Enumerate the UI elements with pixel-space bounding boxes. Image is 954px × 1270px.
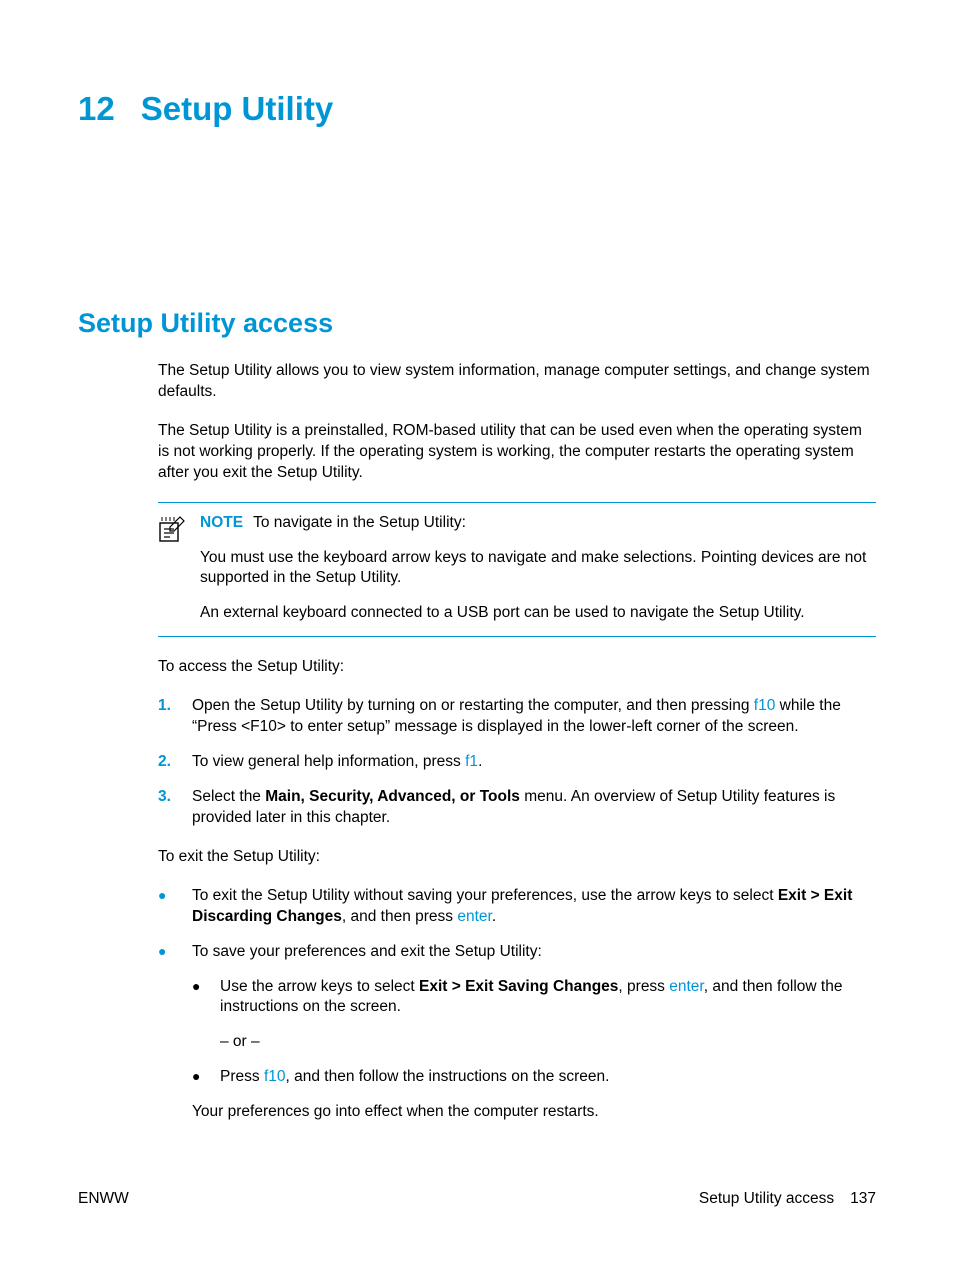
- exit-sub-bullets-2: ● Press f10, and then follow the instruc…: [192, 1067, 876, 1088]
- sub-bullet-text: Press f10, and then follow the instructi…: [220, 1067, 876, 1088]
- sub-bullet-2: ● Press f10, and then follow the instruc…: [192, 1067, 876, 1088]
- footer-left: ENWW: [78, 1190, 129, 1208]
- note-box: NOTE To navigate in the Setup Utility: Yo…: [158, 502, 876, 638]
- note-lead: NOTE To navigate in the Setup Utility:: [200, 513, 876, 534]
- key-f1: f1: [465, 753, 478, 770]
- content-area: The Setup Utility allows you to view sys…: [158, 361, 876, 1123]
- bullet-dot: ●: [158, 886, 192, 928]
- sub-bullet-text: Use the arrow keys to select Exit > Exit…: [220, 977, 876, 1019]
- key-enter: enter: [669, 978, 703, 995]
- note-icon: [158, 515, 186, 550]
- exit-bullet-1: ● To exit the Setup Utility without savi…: [158, 886, 876, 928]
- key-f10: f10: [264, 1068, 286, 1085]
- exit-bullet-2-lead: To save your preferences and exit the Se…: [192, 943, 542, 960]
- note-label: NOTE: [200, 514, 243, 531]
- intro-paragraph-1: The Setup Utility allows you to view sys…: [158, 361, 876, 403]
- bold-exit-save: Exit > Exit Saving Changes: [419, 978, 618, 995]
- note-paragraph-1: You must use the keyboard arrow keys to …: [200, 548, 876, 590]
- sub-bullet-dot: ●: [192, 1067, 220, 1088]
- bullet-text: To exit the Setup Utility without saving…: [192, 886, 876, 928]
- sub-bullet-1: ● Use the arrow keys to select Exit > Ex…: [192, 977, 876, 1019]
- bullet-text: To save your preferences and exit the Se…: [192, 942, 876, 1124]
- access-steps: 1. Open the Setup Utility by turning on …: [158, 696, 876, 829]
- step-number: 1.: [158, 696, 192, 738]
- note-body: NOTE To navigate in the Setup Utility: Yo…: [200, 513, 876, 625]
- section-title: Setup Utility access: [78, 308, 876, 339]
- step-2: 2. To view general help information, pre…: [158, 752, 876, 773]
- bold-menu-names: Main, Security, Advanced, or Tools: [265, 788, 520, 805]
- note-lead-text: To navigate in the Setup Utility:: [253, 514, 466, 531]
- step-1: 1. Open the Setup Utility by turning on …: [158, 696, 876, 738]
- step-text: Open the Setup Utility by turning on or …: [192, 696, 876, 738]
- exit-bullet-2: ● To save your preferences and exit the …: [158, 942, 876, 1124]
- step-3: 3. Select the Main, Security, Advanced, …: [158, 787, 876, 829]
- access-lead: To access the Setup Utility:: [158, 657, 876, 678]
- step-text: To view general help information, press …: [192, 752, 876, 773]
- sub-bullet-dot: ●: [192, 977, 220, 1019]
- exit-lead: To exit the Setup Utility:: [158, 847, 876, 868]
- note-paragraph-2: An external keyboard connected to a USB …: [200, 603, 876, 624]
- exit-bullets: ● To exit the Setup Utility without savi…: [158, 886, 876, 1123]
- page-footer: ENWW Setup Utility access137: [78, 1190, 876, 1208]
- or-separator: – or –: [220, 1032, 876, 1053]
- key-enter: enter: [457, 908, 491, 925]
- bullet-dot: ●: [158, 942, 192, 1124]
- chapter-title: 12 Setup Utility: [78, 90, 876, 128]
- step-text: Select the Main, Security, Advanced, or …: [192, 787, 876, 829]
- exit-final: Your preferences go into effect when the…: [192, 1102, 876, 1123]
- chapter-title-text: Setup Utility: [141, 90, 334, 127]
- key-f10: f10: [754, 697, 776, 714]
- step-number: 3.: [158, 787, 192, 829]
- exit-sub-bullets: ● Use the arrow keys to select Exit > Ex…: [192, 977, 876, 1019]
- chapter-number: 12: [78, 90, 115, 127]
- intro-paragraph-2: The Setup Utility is a preinstalled, ROM…: [158, 421, 876, 484]
- footer-right: Setup Utility access137: [699, 1190, 876, 1208]
- page-number: 137: [850, 1190, 876, 1207]
- step-number: 2.: [158, 752, 192, 773]
